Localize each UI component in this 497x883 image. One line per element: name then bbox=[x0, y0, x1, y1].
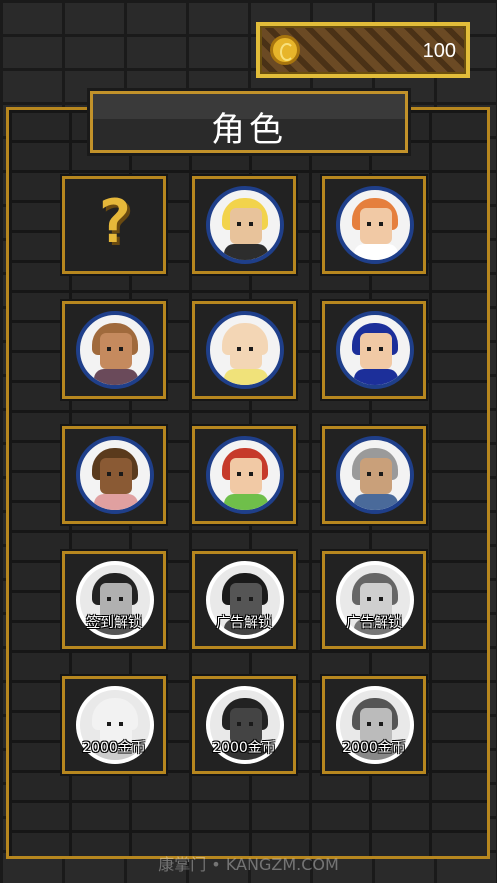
character-portrait bbox=[76, 436, 154, 514]
character-tile-locked-2[interactable]: 广告解锁 bbox=[192, 551, 296, 649]
coin-count: 100 bbox=[422, 40, 456, 62]
unlock-label: 2000金币 bbox=[342, 740, 406, 756]
character-tile-grey-hair[interactable] bbox=[322, 426, 426, 524]
unlock-label: 广告解锁 bbox=[216, 615, 272, 631]
character-portrait bbox=[336, 436, 414, 514]
unlock-label: 2000金币 bbox=[82, 740, 146, 756]
character-tile-curly-brown[interactable] bbox=[62, 301, 166, 399]
character-tile-locked-3[interactable]: 广告解锁 bbox=[322, 551, 426, 649]
character-tile-locked-4[interactable]: 2000金币 bbox=[62, 676, 166, 774]
unlock-label: 签到解锁 bbox=[86, 615, 142, 631]
character-portrait bbox=[336, 311, 414, 389]
character-tile-blonde[interactable] bbox=[192, 176, 296, 274]
character-tile-afro[interactable] bbox=[62, 426, 166, 524]
character-portrait bbox=[206, 186, 284, 264]
unlock-label: 2000金币 bbox=[212, 740, 276, 756]
character-tile-locked-1[interactable]: 签到解锁 bbox=[62, 551, 166, 649]
question-mark-icon: ? bbox=[95, 187, 133, 257]
unlock-label: 广告解锁 bbox=[346, 615, 402, 631]
character-portrait bbox=[206, 311, 284, 389]
character-portrait bbox=[336, 186, 414, 264]
character-portrait bbox=[206, 436, 284, 514]
character-portrait bbox=[76, 311, 154, 389]
character-tile-mystery[interactable]: ? bbox=[62, 176, 166, 274]
panel-title: 角色 bbox=[211, 110, 287, 150]
gold-coin-icon bbox=[270, 35, 300, 65]
character-tile-locked-5[interactable]: 2000金币 bbox=[192, 676, 296, 774]
coin-bar: 100 bbox=[256, 22, 470, 78]
character-tile-redhead[interactable] bbox=[322, 176, 426, 274]
character-tile-red-cap[interactable] bbox=[192, 426, 296, 524]
character-tile-bald[interactable] bbox=[192, 301, 296, 399]
character-tile-locked-6[interactable]: 2000金币 bbox=[322, 676, 426, 774]
watermark: 康掌门 • KANGZM.COM bbox=[158, 855, 339, 874]
panel-title-bar: 角色 bbox=[87, 88, 411, 156]
character-tile-blue-hood[interactable] bbox=[322, 301, 426, 399]
